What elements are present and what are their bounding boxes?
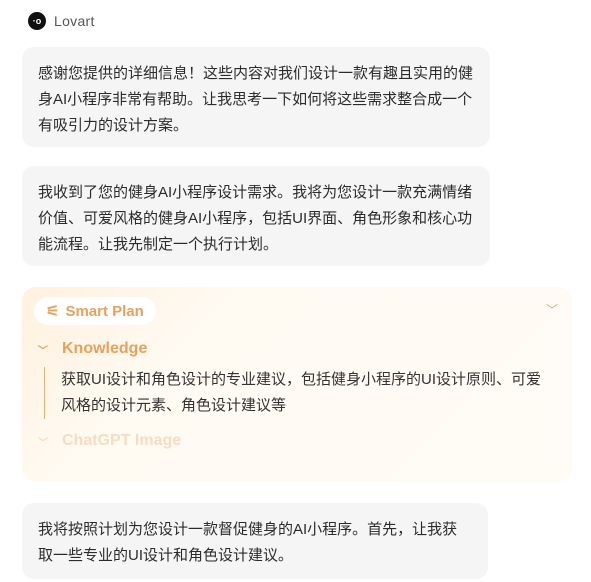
- collapse-chevron-icon[interactable]: ﹀: [546, 301, 558, 318]
- assistant-message: 我将按照计划为您设计一款督促健身的AI小程序。首先，让我获取一些专业的UI设计和…: [22, 503, 488, 579]
- step-label: Knowledge: [62, 340, 148, 357]
- step-description: 获取UI设计和角色设计的专业建议，包括健身小程序的UI设计原则、可爱风格的设计元…: [44, 367, 554, 419]
- assistant-message: 我收到了您的健身AI小程序设计需求。我将为您设计一款充满情绪价值、可爱风格的健身…: [22, 166, 490, 266]
- smart-plan-card: ⚟ Smart Plan ﹀ ﹀ Knowledge 获取UI设计和角色设计的专…: [22, 287, 572, 482]
- plan-step-knowledge[interactable]: ﹀ Knowledge: [38, 340, 147, 358]
- plan-icon: ⚟: [46, 303, 60, 320]
- smart-plan-badge[interactable]: ⚟ Smart Plan: [34, 297, 156, 325]
- lovart-logo-icon: ·o: [28, 12, 46, 30]
- chevron-down-icon: ﹀: [38, 437, 48, 449]
- app-header: ·o Lovart: [28, 12, 95, 30]
- plan-step-chatgpt-image[interactable]: ﹀ ChatGPT Image: [38, 432, 181, 450]
- smart-plan-title: Smart Plan: [65, 302, 144, 320]
- chevron-down-icon: ﹀: [38, 345, 48, 357]
- brand-name: Lovart: [54, 13, 95, 29]
- assistant-message: 感谢您提供的详细信息！这些内容对我们设计一款有趣且实用的健身AI小程序非常有帮助…: [22, 47, 490, 147]
- step-label: ChatGPT Image: [62, 432, 182, 449]
